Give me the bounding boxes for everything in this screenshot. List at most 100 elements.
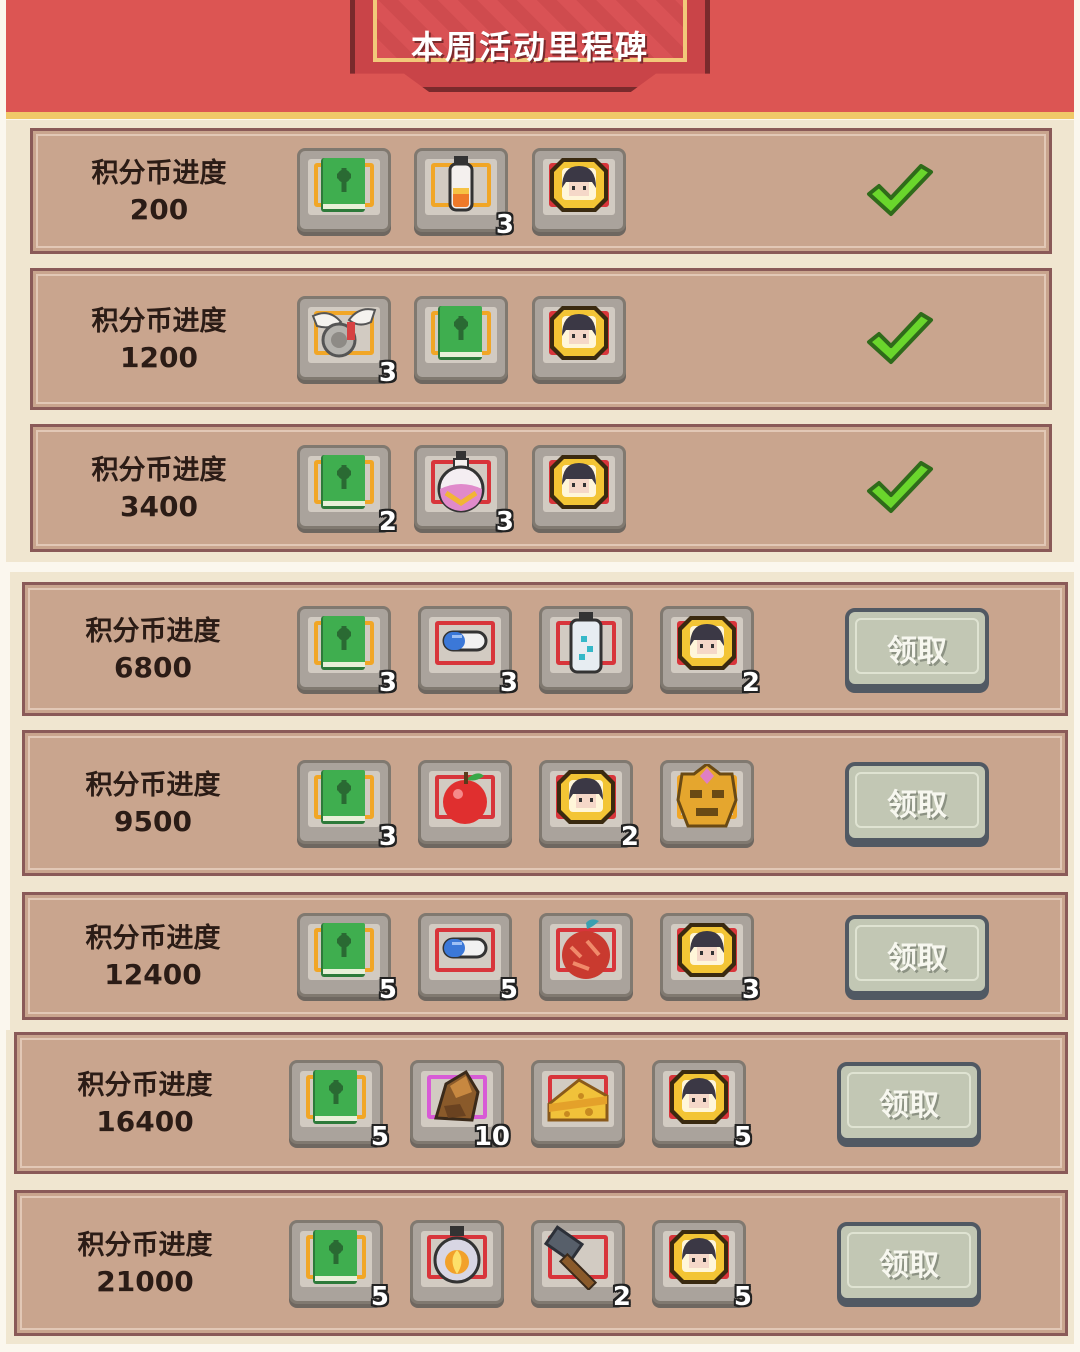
hero-portrait-token-icon (664, 1064, 734, 1130)
reward-slot[interactable] (532, 148, 626, 232)
blue-pill-capsule-icon (430, 610, 500, 676)
milestone-row: 积分币进度 3400 2 3 (30, 424, 1052, 552)
reward-slot[interactable]: 2 (539, 760, 639, 852)
progress-label: 积分币进度 (85, 616, 221, 647)
reward-slot[interactable]: 3 (297, 296, 397, 388)
reward-slot[interactable] (297, 148, 391, 232)
milestone-label: 积分币进度 16400 (45, 1068, 245, 1140)
winged-scroll-icon (309, 300, 379, 366)
milestone-points: 1200 (120, 341, 198, 374)
claim-button[interactable]: 领取 (845, 915, 989, 995)
milestone-points: 12400 (104, 958, 202, 991)
milestone-row: 积分币进度 21000 5 2 5 领取 (14, 1190, 1068, 1336)
green-book-icon (426, 300, 496, 366)
reward-count: 10 (473, 1122, 510, 1152)
reward-slot[interactable]: 3 (660, 913, 760, 1005)
reward-slot[interactable] (410, 1220, 504, 1304)
hero-portrait-token-icon (544, 449, 614, 515)
page-title: 本周活动里程碑 (410, 28, 649, 66)
reward-count: 3 (499, 668, 518, 698)
ore-crystal-icon (422, 1064, 492, 1130)
claim-button[interactable]: 领取 (845, 762, 989, 842)
hammer-icon (543, 1224, 613, 1292)
claim-button[interactable]: 领取 (837, 1062, 981, 1142)
reward-slot[interactable]: 3 (418, 606, 518, 698)
reward-count: 3 (741, 975, 760, 1005)
reward-slot[interactable] (532, 296, 626, 380)
reward-count: 3 (378, 668, 397, 698)
reward-count: 5 (370, 1282, 389, 1312)
claim-button-label: 领取 (887, 941, 947, 976)
reward-slot[interactable]: 5 (289, 1060, 389, 1152)
reward-slot[interactable]: 5 (418, 913, 518, 1005)
milestone-points: 16400 (96, 1105, 194, 1138)
milestone-label: 积分币进度 3400 (59, 453, 259, 525)
milestone-label: 积分币进度 1200 (59, 304, 259, 376)
reward-slot[interactable]: 5 (652, 1060, 752, 1152)
green-book-icon (309, 449, 379, 515)
reward-count: 5 (733, 1282, 752, 1312)
claim-button[interactable]: 领取 (845, 608, 989, 688)
reward-slot[interactable]: 5 (652, 1220, 752, 1312)
milestone-label: 积分币进度 9500 (53, 768, 253, 840)
reward-slot[interactable] (539, 606, 633, 690)
milestone-row: 积分币进度 16400 5 10 5 领取 (14, 1032, 1068, 1174)
reward-slot[interactable]: 2 (660, 606, 760, 698)
checkmark-icon (865, 312, 935, 368)
progress-label: 积分币进度 (85, 923, 221, 954)
red-apple-icon (430, 764, 500, 830)
golden-mask-icon (672, 762, 742, 830)
milestone-label: 积分币进度 12400 (53, 921, 253, 993)
reward-slot[interactable]: 3 (414, 445, 514, 537)
milestone-row: 积分币进度 9500 3 2 领取 (22, 730, 1068, 876)
reward-slot[interactable]: 3 (297, 606, 397, 698)
claim-button-label: 领取 (879, 1248, 939, 1283)
milestone-row: 积分币进度 200 3 (30, 128, 1052, 254)
milestone-label: 积分币进度 6800 (53, 614, 253, 686)
reward-count: 3 (495, 507, 514, 537)
progress-label: 积分币进度 (91, 306, 227, 337)
reward-count: 2 (741, 668, 760, 698)
reward-count: 5 (378, 975, 397, 1005)
reward-slot[interactable] (532, 445, 626, 529)
progress-label: 积分币进度 (91, 158, 227, 189)
claim-button-label: 领取 (879, 1088, 939, 1123)
reward-slot[interactable]: 3 (414, 148, 514, 240)
checkmark-icon (865, 164, 935, 220)
reward-count: 3 (378, 822, 397, 852)
reward-slot[interactable] (660, 760, 754, 844)
hero-portrait-token-icon (672, 610, 742, 676)
reward-slot[interactable]: 5 (289, 1220, 389, 1312)
reward-slot[interactable]: 2 (531, 1220, 631, 1312)
hero-portrait-token-icon (544, 152, 614, 218)
progress-label: 积分币进度 (91, 455, 227, 486)
reward-count: 5 (733, 1122, 752, 1152)
reward-slot[interactable] (531, 1060, 625, 1144)
red-fruit-icon (551, 917, 621, 983)
reward-slot[interactable] (414, 296, 508, 380)
reward-slot[interactable]: 10 (410, 1060, 510, 1152)
reward-count: 2 (620, 822, 639, 852)
reward-slot[interactable] (418, 760, 512, 844)
green-book-icon (309, 610, 379, 676)
progress-label: 积分币进度 (77, 1070, 213, 1101)
reward-slot[interactable]: 2 (297, 445, 397, 537)
milestone-label: 积分币进度 21000 (45, 1228, 245, 1300)
reward-slot[interactable]: 3 (297, 760, 397, 852)
reward-count: 3 (495, 210, 514, 240)
claim-button[interactable]: 领取 (837, 1222, 981, 1302)
reward-slot[interactable]: 5 (297, 913, 397, 1005)
gem-bottle-icon (551, 610, 621, 676)
milestone-points: 21000 (96, 1265, 194, 1298)
milestone-points: 3400 (120, 490, 198, 523)
claim-button-label: 领取 (887, 788, 947, 823)
reward-count: 5 (499, 975, 518, 1005)
reward-count: 3 (378, 358, 397, 388)
milestone-row: 积分币进度 12400 5 5 3 领取 (22, 892, 1068, 1020)
reward-count: 2 (612, 1282, 631, 1312)
milestone-points: 6800 (114, 651, 192, 684)
milestone-row: 积分币进度 6800 3 3 2 领取 (22, 582, 1068, 716)
progress-label: 积分币进度 (77, 1230, 213, 1261)
green-book-icon (309, 764, 379, 830)
reward-slot[interactable] (539, 913, 633, 997)
